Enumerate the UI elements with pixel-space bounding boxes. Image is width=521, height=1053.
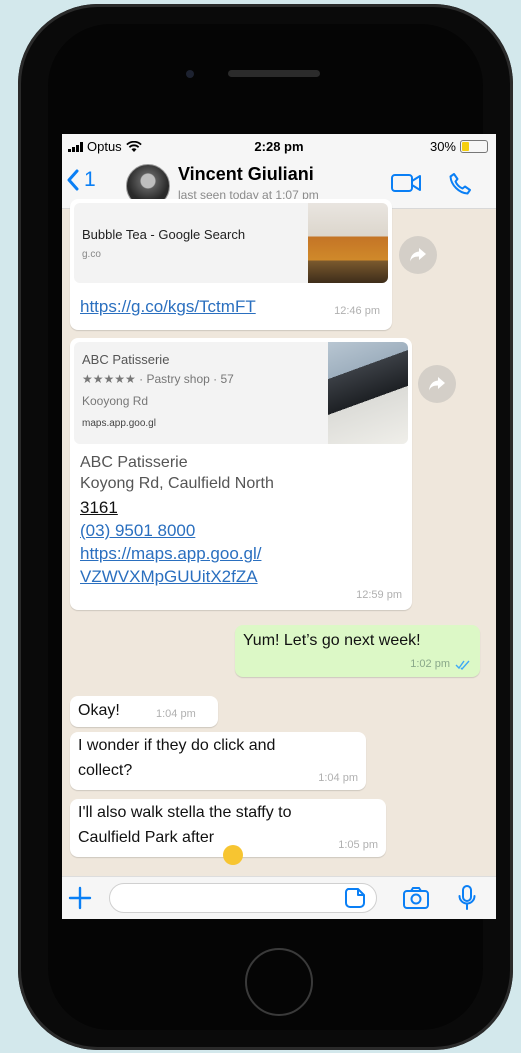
phone-call-icon[interactable] bbox=[448, 172, 472, 196]
message-text-line1: I wonder if they do click and bbox=[78, 737, 276, 754]
message-time: 1:05 pm bbox=[338, 839, 378, 851]
message-bubble-incoming[interactable]: I'll also walk stella the staffy to Caul… bbox=[70, 799, 386, 865]
message-bubble-incoming[interactable]: I wonder if they do click and collect? 1… bbox=[70, 732, 366, 790]
forward-button[interactable] bbox=[399, 236, 437, 274]
message-bubble-location[interactable]: ABC Patisserie ★★★★★ · Pastry shop · 57 … bbox=[70, 338, 412, 610]
location-link-line1[interactable]: https://maps.app.goo.gl/ bbox=[80, 544, 261, 564]
composer-bar bbox=[62, 876, 496, 919]
home-button[interactable] bbox=[245, 948, 313, 1016]
earpiece-speaker bbox=[228, 70, 320, 77]
location-place: ABC Patisserie bbox=[80, 454, 188, 471]
battery-icon bbox=[460, 140, 488, 153]
message-time: 1:04 pm bbox=[318, 772, 358, 784]
forward-button[interactable] bbox=[418, 365, 456, 403]
read-ticks-icon bbox=[455, 660, 470, 670]
message-link[interactable]: https://g.co/kgs/TctmFT bbox=[80, 297, 256, 317]
plus-icon[interactable] bbox=[68, 886, 92, 910]
message-text-line2: Caulfield Park after 😄 bbox=[78, 829, 243, 865]
back-chevron-icon bbox=[67, 169, 79, 191]
forward-icon bbox=[429, 377, 445, 391]
grin-emoji-icon: 😄 bbox=[222, 845, 243, 865]
back-count: 1 bbox=[84, 168, 96, 191]
link-preview-title: Bubble Tea - Google Search bbox=[82, 227, 246, 242]
link-preview-domain: g.co bbox=[82, 249, 101, 260]
location-phone[interactable]: (03) 9501 8000 bbox=[80, 521, 195, 541]
message-time: 1:02 pm bbox=[410, 658, 450, 670]
location-preview-rating: ★★★★★ · Pastry shop · 57 bbox=[82, 372, 234, 386]
video-call-icon[interactable] bbox=[390, 172, 422, 194]
link-preview-thumbnail bbox=[308, 203, 388, 283]
message-bubble-link[interactable]: Bubble Tea - Google Search g.co https://… bbox=[70, 199, 392, 330]
location-preview[interactable]: ABC Patisserie ★★★★★ · Pastry shop · 57 … bbox=[74, 342, 408, 444]
location-preview-thumbnail bbox=[328, 342, 408, 444]
location-link-line2[interactable]: VZWVXMpGUUitX2fZA bbox=[80, 567, 258, 587]
message-time: 1:04 pm bbox=[156, 708, 196, 720]
message-bubble-outgoing[interactable]: Yum! Let’s go next week! 1:02 pm bbox=[235, 625, 480, 677]
message-text-line1: I'll also walk stella the staffy to bbox=[78, 804, 292, 821]
message-time: 12:59 pm bbox=[356, 589, 402, 601]
message-time: 12:46 pm bbox=[334, 305, 380, 317]
forward-icon bbox=[410, 248, 426, 262]
message-text-line2-text: Caulfield Park after bbox=[78, 829, 215, 846]
message-text: Yum! Let’s go next week! bbox=[243, 632, 421, 649]
chat-area[interactable]: Bubble Tea - Google Search g.co https://… bbox=[62, 199, 496, 874]
battery-percent: 30% bbox=[429, 139, 456, 154]
microphone-icon[interactable] bbox=[458, 885, 476, 911]
location-address: Koyong Rd, Caulfield North bbox=[80, 475, 274, 492]
location-preview-title: ABC Patisserie bbox=[82, 352, 170, 367]
camera-icon[interactable] bbox=[402, 886, 430, 910]
location-postcode[interactable]: 3161 bbox=[80, 498, 118, 518]
message-bubble-incoming[interactable]: Okay! 1:04 pm bbox=[70, 696, 218, 727]
back-button[interactable]: 1 bbox=[66, 168, 96, 192]
location-preview-address: Kooyong Rd bbox=[82, 394, 149, 408]
battery-level bbox=[462, 142, 470, 151]
link-preview[interactable]: Bubble Tea - Google Search g.co bbox=[74, 203, 388, 283]
location-preview-domain: maps.app.goo.gl bbox=[82, 418, 156, 429]
contact-name[interactable]: Vincent Giuliani bbox=[178, 164, 314, 185]
message-text-line2: collect? bbox=[78, 762, 133, 779]
sticker-icon[interactable] bbox=[344, 887, 366, 909]
status-bar: Optus 2:28 pm 30% bbox=[62, 134, 496, 158]
message-input[interactable] bbox=[109, 883, 377, 913]
message-text: Okay! bbox=[78, 702, 120, 719]
front-camera bbox=[186, 70, 194, 78]
screen: Optus 2:28 pm 30% 1 Vincent Giuliani las… bbox=[62, 134, 496, 888]
